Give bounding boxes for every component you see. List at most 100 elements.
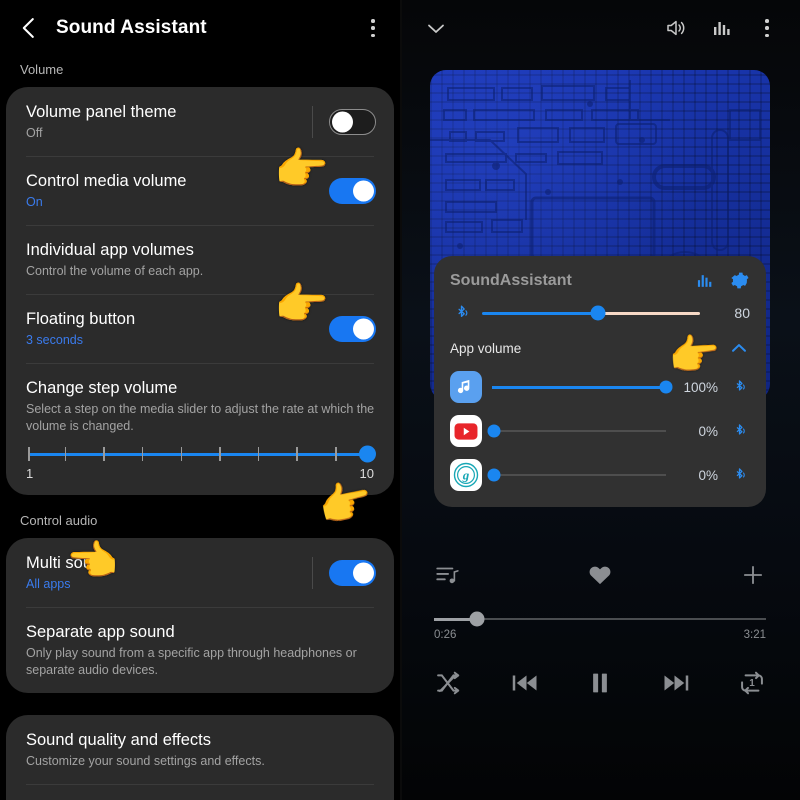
gear-icon[interactable] xyxy=(729,270,750,291)
row-floating-button[interactable]: Floating button 3 seconds xyxy=(6,294,394,363)
app-slider-fill xyxy=(492,386,666,389)
row-title: Change step volume xyxy=(26,379,178,397)
app-slider-thumb[interactable] xyxy=(659,380,673,394)
queue-icon[interactable] xyxy=(434,562,460,588)
favorite-heart-icon[interactable] xyxy=(587,562,613,588)
row-title: Separate app sound xyxy=(26,623,175,641)
kebab-menu-icon[interactable] xyxy=(362,17,384,39)
step-volume-slider[interactable] xyxy=(26,445,376,463)
row-advanced-settings[interactable]: Advanced settings Change the advanced au… xyxy=(6,784,394,800)
progress-thumb[interactable] xyxy=(469,611,485,627)
row-control-media-volume[interactable]: Control media volume On xyxy=(6,156,394,225)
sound-assistant-title: SoundAssistant xyxy=(450,271,572,289)
master-volume-value: 80 xyxy=(734,305,750,321)
music-note-icon[interactable] xyxy=(450,371,482,403)
equalizer-bars-icon[interactable] xyxy=(695,271,715,291)
master-slider-thumb[interactable] xyxy=(590,305,606,321)
master-slider-fill xyxy=(482,312,598,315)
player-transport-controls: 1 xyxy=(434,668,766,698)
sound-assistant-settings-panel: Sound Assistant Volume Volume panel them… xyxy=(0,0,400,800)
row-title: Individual app volumes xyxy=(26,241,194,259)
progress-times: 0:26 3:21 xyxy=(434,629,766,641)
equalizer-bars-icon[interactable] xyxy=(710,16,734,40)
app-volume-percent: 100% xyxy=(683,379,718,395)
step-tick xyxy=(296,447,298,461)
row-title: Sound quality and effects xyxy=(26,731,211,749)
sound-assistant-overlay-panel: SoundAssistant 80 App volume 100% 0% g 0… xyxy=(434,256,766,507)
sound-assistant-header: SoundAssistant xyxy=(450,270,750,291)
screenshot-root: Sound Assistant Volume Volume panel them… xyxy=(0,0,800,800)
master-volume-slider[interactable] xyxy=(482,304,700,322)
svg-text:g: g xyxy=(462,468,470,483)
bluetooth-audio-icon[interactable] xyxy=(728,378,750,396)
step-tick xyxy=(219,447,221,461)
row-multi-sound[interactable]: Multi sound All apps xyxy=(6,538,394,607)
toggle-control-media-volume[interactable] xyxy=(329,177,376,204)
app-slider-thumb[interactable] xyxy=(487,424,501,438)
speaker-volume-icon[interactable] xyxy=(664,16,688,40)
page-title: Sound Assistant xyxy=(56,17,207,38)
step-tick xyxy=(335,447,337,461)
app-volume-slider[interactable] xyxy=(487,423,666,439)
row-subtitle: Control the volume of each app. xyxy=(26,264,204,278)
repeat-one-icon[interactable]: 1 xyxy=(738,669,766,697)
app-volume-percent: 0% xyxy=(698,423,718,439)
next-track-icon[interactable] xyxy=(662,668,692,698)
step-slider-thumb[interactable] xyxy=(359,445,376,463)
progress-slider[interactable] xyxy=(434,611,766,627)
toggle-floating-button[interactable] xyxy=(329,315,376,342)
pause-icon[interactable] xyxy=(585,668,615,698)
player-quick-actions xyxy=(434,562,766,588)
bluetooth-audio-icon[interactable] xyxy=(728,422,750,440)
step-tick xyxy=(141,447,144,461)
app-volume-slider[interactable] xyxy=(487,467,666,483)
row-subtitle: Only play sound from a specific app thro… xyxy=(26,646,357,677)
master-volume-row: 80 xyxy=(450,303,750,323)
row-divider xyxy=(312,105,313,138)
master-slider-rest xyxy=(604,312,700,315)
pointer-all-apps-icon: 👈 xyxy=(66,537,119,584)
playback-progress: 0:26 3:21 xyxy=(434,611,766,641)
chevron-down-icon[interactable] xyxy=(424,16,448,40)
section-label-volume: Volume xyxy=(20,62,64,77)
step-slider-labels: 1 10 xyxy=(26,466,374,481)
music-player-panel: RPM SoundAssistant xyxy=(400,0,800,800)
bluetooth-audio-icon[interactable] xyxy=(728,466,750,484)
row-individual-app-volumes[interactable]: Individual app volumes Control the volum… xyxy=(6,225,394,294)
row-change-step-volume: Change step volume Select a step on the … xyxy=(6,363,394,439)
row-separate-app-sound[interactable]: Separate app sound Only play sound from … xyxy=(6,607,394,693)
gaana-icon[interactable]: g xyxy=(450,459,482,491)
row-sound-quality-and-effects[interactable]: Sound quality and effects Customize your… xyxy=(6,715,394,784)
pointer-control-media-volume-icon: 👉 xyxy=(274,145,329,194)
step-tick xyxy=(180,447,183,461)
toggle-multi-sound[interactable] xyxy=(329,559,376,586)
back-arrow-icon[interactable] xyxy=(16,15,42,41)
app-slider-track xyxy=(492,430,666,432)
bluetooth-audio-icon[interactable] xyxy=(450,303,472,323)
row-title: Volume panel theme xyxy=(26,103,177,121)
row-subtitle: Customize your sound settings and effect… xyxy=(26,754,265,768)
shuffle-off-icon[interactable] xyxy=(434,669,462,697)
youtube-icon[interactable] xyxy=(450,415,482,447)
total-time: 3:21 xyxy=(743,629,766,641)
app-volume-slider[interactable] xyxy=(492,379,673,395)
step-tick xyxy=(103,447,105,461)
current-time: 0:26 xyxy=(434,629,457,641)
row-volume-panel-theme[interactable]: Volume panel theme Off xyxy=(6,87,394,156)
kebab-menu-icon[interactable] xyxy=(756,17,778,39)
app-volume-row-gaana: g 0% xyxy=(450,459,750,491)
previous-track-icon[interactable] xyxy=(509,668,539,698)
toggle-volume-panel-theme[interactable] xyxy=(329,108,376,135)
settings-card-volume: Volume panel theme Off Control media vol… xyxy=(6,87,394,495)
row-subtitle: Select a step on the media slider to adj… xyxy=(26,402,375,433)
chevron-up-icon[interactable] xyxy=(728,337,750,359)
step-slider-track xyxy=(29,453,371,456)
panel-divider xyxy=(400,0,402,800)
app-volume-percent: 0% xyxy=(698,467,718,483)
app-slider-thumb[interactable] xyxy=(487,468,501,482)
player-top-bar xyxy=(400,0,800,56)
add-to-playlist-icon[interactable] xyxy=(740,562,766,588)
step-min-label: 1 xyxy=(26,466,34,481)
svg-text:1: 1 xyxy=(749,678,755,689)
pointer-app-volume-icon: 👉 xyxy=(666,329,722,380)
